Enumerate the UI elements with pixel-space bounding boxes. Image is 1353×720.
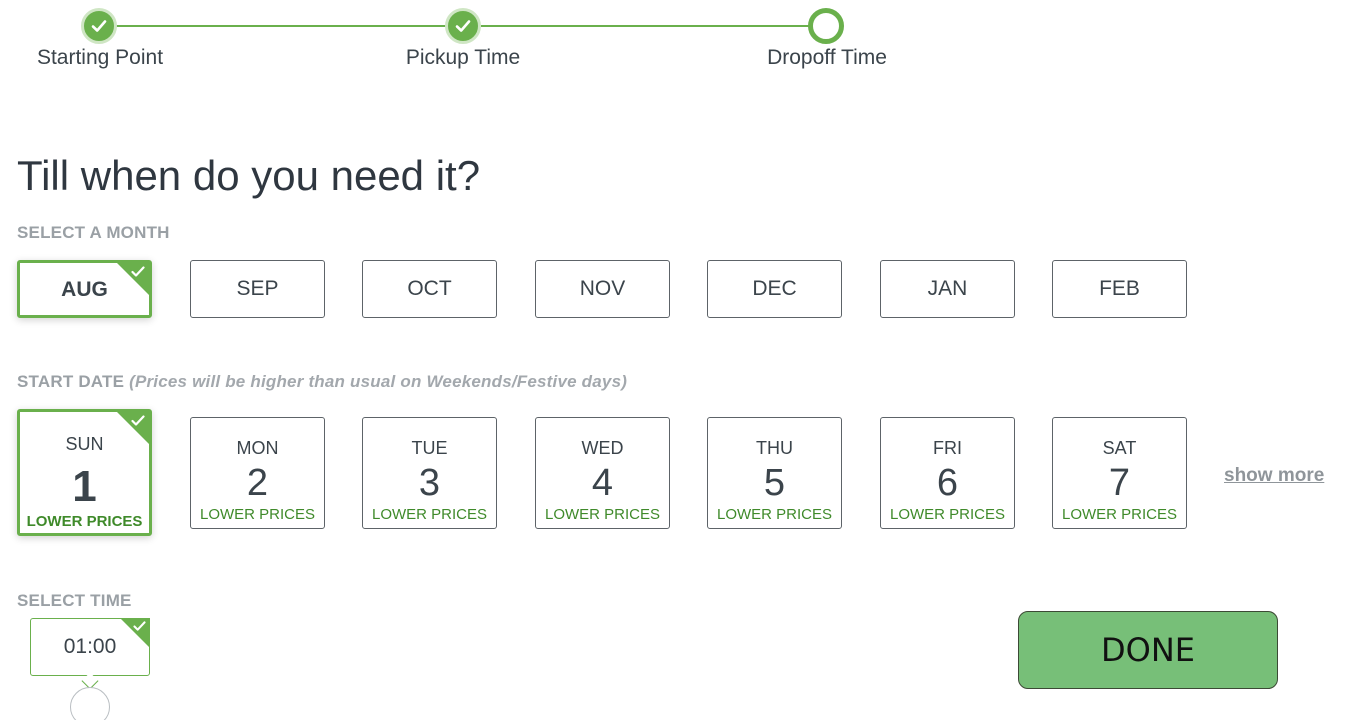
step-label-pickup-time: Pickup Time bbox=[405, 46, 521, 69]
price-hint: LOWER PRICES bbox=[26, 513, 143, 530]
month-option-feb[interactable]: FEB bbox=[1052, 260, 1187, 318]
price-hint: LOWER PRICES bbox=[371, 506, 488, 523]
month-option-jan[interactable]: JAN bbox=[880, 260, 1015, 318]
time-value: 01:00 bbox=[63, 635, 117, 658]
time-section-label: SELECT TIME bbox=[17, 591, 132, 610]
price-hint: LOWER PRICES bbox=[1061, 506, 1178, 523]
day-of-week: FRI bbox=[933, 438, 962, 458]
progress-stepper: Starting Point Pickup Time Dropoff Time bbox=[0, 0, 1353, 90]
month-section-label: SELECT A MONTH bbox=[17, 223, 170, 242]
stepper-line bbox=[481, 25, 811, 27]
day-number: 6 bbox=[936, 462, 959, 504]
date-option[interactable]: WED 4 LOWER PRICES bbox=[535, 417, 670, 529]
date-option[interactable]: TUE 3 LOWER PRICES bbox=[362, 417, 497, 529]
done-button[interactable]: DONE bbox=[1018, 611, 1278, 689]
month-option-oct[interactable]: OCT bbox=[362, 260, 497, 318]
step-label-dropoff-time: Dropoff Time bbox=[767, 46, 887, 69]
price-hint: LOWER PRICES bbox=[889, 506, 1006, 523]
check-icon bbox=[131, 415, 145, 426]
date-price-note: (Prices will be higher than usual on Wee… bbox=[129, 372, 628, 391]
date-label: START DATE bbox=[17, 372, 125, 391]
show-more-link[interactable]: show more bbox=[1224, 465, 1324, 487]
month-label: OCT bbox=[407, 277, 452, 300]
month-option-nov[interactable]: NOV bbox=[535, 260, 670, 318]
day-of-week: SAT bbox=[1102, 438, 1137, 458]
day-number: 5 bbox=[763, 462, 786, 504]
step-current-icon bbox=[808, 8, 844, 44]
day-of-week: THU bbox=[756, 438, 793, 458]
day-of-week: WED bbox=[581, 438, 624, 458]
month-label: JAN bbox=[927, 277, 968, 300]
stepper-line bbox=[116, 25, 446, 27]
date-option[interactable]: THU 5 LOWER PRICES bbox=[707, 417, 842, 529]
price-hint: LOWER PRICES bbox=[716, 506, 833, 523]
price-hint: LOWER PRICES bbox=[544, 506, 661, 523]
date-option[interactable]: SUN 1 LOWER PRICES bbox=[17, 409, 152, 536]
check-icon bbox=[133, 621, 146, 631]
page-title: Till when do you need it? bbox=[17, 152, 481, 199]
day-number: 7 bbox=[1108, 462, 1131, 504]
month-label: FEB bbox=[1099, 277, 1140, 300]
date-option[interactable]: SAT 7 LOWER PRICES bbox=[1052, 417, 1187, 529]
time-value-tooltip: 01:00 bbox=[30, 618, 150, 676]
day-number: 1 bbox=[72, 462, 97, 511]
day-of-week: MON bbox=[236, 438, 279, 458]
month-option-dec[interactable]: DEC bbox=[707, 260, 842, 318]
month-label: DEC bbox=[752, 277, 797, 300]
price-hint: LOWER PRICES bbox=[199, 506, 316, 523]
date-option[interactable]: FRI 6 LOWER PRICES bbox=[880, 417, 1015, 529]
day-number: 4 bbox=[591, 462, 614, 504]
date-section-label: START DATE (Prices will be higher than u… bbox=[17, 372, 627, 392]
month-label: SEP bbox=[236, 277, 279, 300]
day-number: 2 bbox=[246, 462, 269, 504]
day-of-week: TUE bbox=[411, 438, 448, 458]
date-option[interactable]: MON 2 LOWER PRICES bbox=[190, 417, 325, 529]
step-complete-icon bbox=[81, 8, 117, 44]
day-number: 3 bbox=[418, 462, 441, 504]
check-icon bbox=[131, 266, 145, 277]
month-label: NOV bbox=[579, 277, 626, 300]
time-slider-handle[interactable] bbox=[70, 687, 110, 720]
month-label: AUG bbox=[61, 278, 108, 301]
step-complete-icon bbox=[445, 8, 481, 44]
month-option-aug[interactable]: AUG bbox=[17, 260, 152, 318]
month-option-sep[interactable]: SEP bbox=[190, 260, 325, 318]
step-label-starting-point: Starting Point bbox=[36, 46, 164, 69]
